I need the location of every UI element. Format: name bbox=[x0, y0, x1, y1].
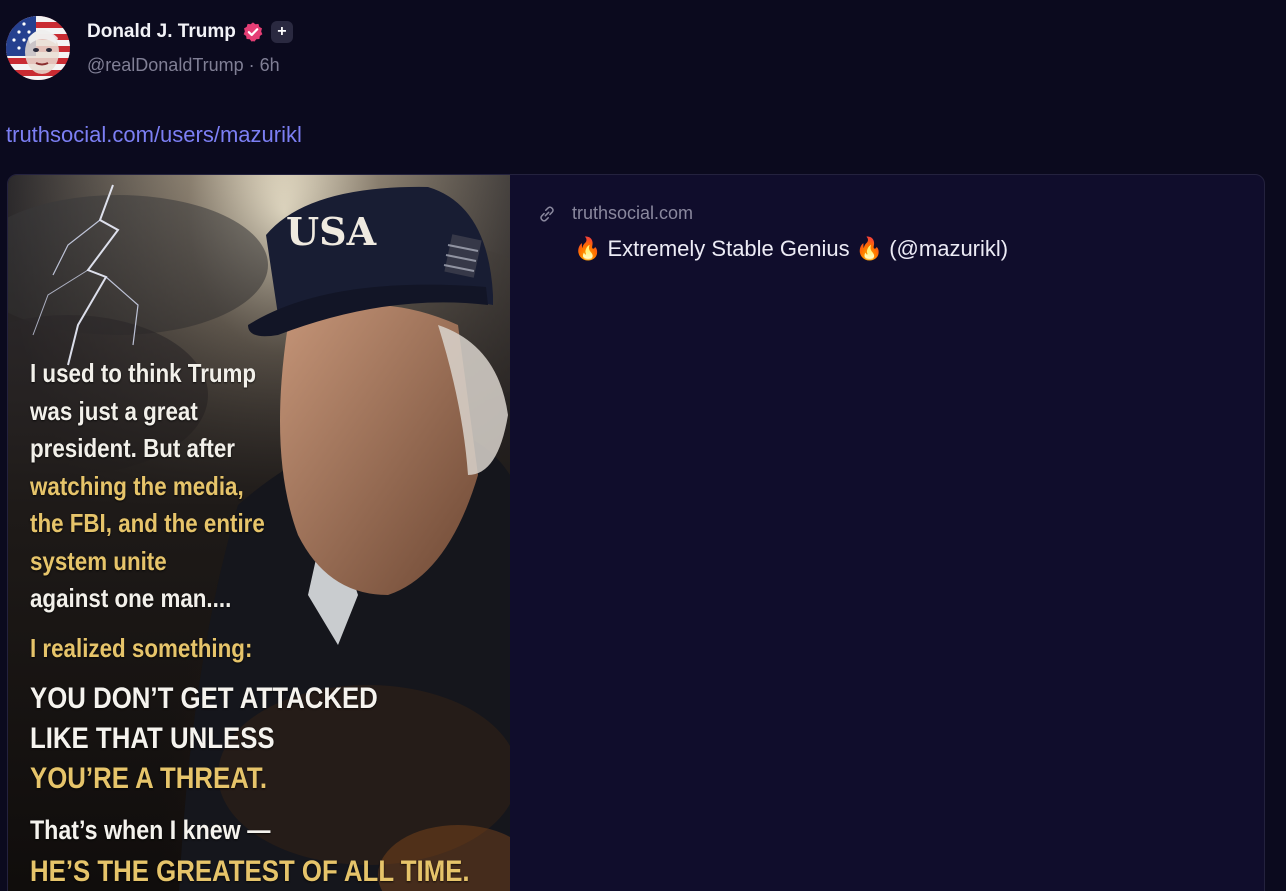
image-knew-text: That’s when I knew — bbox=[30, 815, 271, 845]
card-domain: truthsocial.com bbox=[572, 203, 694, 223]
verified-badge-icon bbox=[243, 22, 263, 42]
link-icon bbox=[540, 205, 554, 222]
attack-line: LIKE THAT UNLESS bbox=[30, 722, 275, 755]
intro-line: against one man.... bbox=[30, 583, 232, 613]
image-attack-text: YOU DON’T GET ATTACKED LIKE THAT UNLESS … bbox=[30, 679, 378, 799]
author-info: Donald J. Trump + @realDonaldTrump · 6h bbox=[87, 18, 293, 76]
image-intro-text: I used to think Trump was just a great p… bbox=[30, 355, 265, 618]
image-realized-text: I realized something: bbox=[30, 633, 253, 663]
image-goat-text: HE’S THE GREATEST OF ALL TIME. bbox=[30, 855, 470, 888]
intro-line: president. But after bbox=[30, 433, 236, 463]
attack-line: YOU DON’T GET ATTACKED bbox=[30, 682, 378, 715]
card-image: USA I used to think Trump was just a gre… bbox=[8, 175, 510, 891]
intro-line: the FBI, and the entire bbox=[30, 508, 265, 538]
avatar-flag-portrait-icon bbox=[6, 16, 70, 80]
post-timestamp[interactable]: 6h bbox=[260, 55, 280, 75]
cap-text: USA bbox=[286, 209, 377, 254]
intro-line: was just a great bbox=[30, 395, 198, 426]
plus-badge-icon: + bbox=[270, 21, 293, 43]
card-meta: truthsocial.com 🔥 Extremely Stable Geniu… bbox=[537, 203, 1008, 262]
author-name-row: Donald J. Trump + bbox=[87, 18, 293, 46]
author-meta: @realDonaldTrump · 6h bbox=[87, 55, 293, 76]
author-name[interactable]: Donald J. Trump bbox=[87, 21, 236, 43]
post-link[interactable]: truthsocial.com/users/mazurikl bbox=[6, 122, 302, 148]
post: Donald J. Trump + @realDonaldTrump · 6h tr… bbox=[0, 0, 1286, 891]
intro-line: watching the media, bbox=[30, 470, 244, 501]
card-domain-row: truthsocial.com bbox=[537, 203, 1008, 224]
intro-line: system unite bbox=[30, 545, 167, 576]
author-handle[interactable]: @realDonaldTrump bbox=[87, 55, 244, 75]
intro-line: I used to think Trump bbox=[30, 358, 257, 388]
meta-separator: · bbox=[248, 55, 255, 75]
link-preview-card[interactable]: USA I used to think Trump was just a gre… bbox=[7, 174, 1265, 891]
attack-line: YOU’RE A THREAT. bbox=[30, 762, 267, 795]
card-title[interactable]: 🔥 Extremely Stable Genius 🔥 (@mazurikl) bbox=[574, 236, 1008, 262]
post-header: Donald J. Trump + @realDonaldTrump · 6h bbox=[6, 16, 293, 80]
avatar[interactable] bbox=[6, 16, 70, 80]
